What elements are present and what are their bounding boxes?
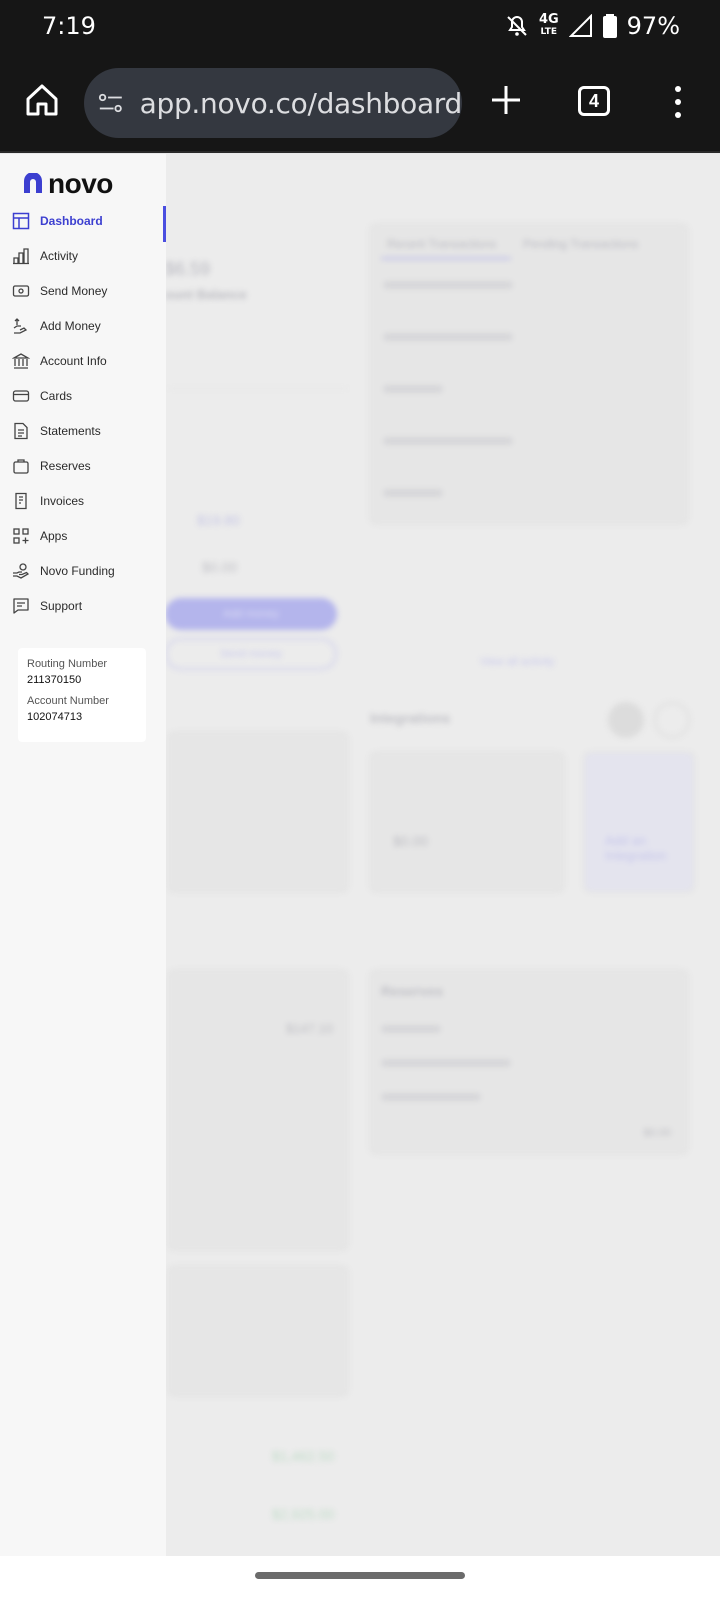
support-icon (13, 598, 29, 614)
sidebar-item-reserves[interactable]: Reserves (0, 451, 166, 481)
sidebar-item-novo-funding[interactable]: Novo Funding (0, 556, 166, 586)
novo-logo[interactable]: novo (22, 168, 113, 200)
tab-switcher-button[interactable]: 4 (578, 86, 610, 116)
bell-off-icon (507, 15, 527, 36)
account-details-card: Routing Number 211370150 Account Number … (18, 648, 146, 742)
add-integration-card: Add an Integration (584, 752, 694, 892)
sidebar-item-send-money[interactable]: Send Money (0, 276, 166, 306)
funding-icon (13, 563, 30, 579)
home-gesture-handle[interactable] (255, 1572, 465, 1579)
site-settings-icon[interactable] (98, 89, 124, 117)
sidebar-item-add-money[interactable]: Add Money (0, 311, 166, 341)
sidebar-item-account-info[interactable]: Account Info (0, 346, 166, 376)
integration-card: $0.00 (370, 752, 564, 892)
sidebar-item-label: Account Info (40, 354, 107, 368)
battery-percent: 97% (626, 12, 680, 40)
navigation-drawer: novo Dashboard Activity Send Money Add M… (0, 154, 166, 1556)
sidebar-item-label: Apps (40, 529, 68, 543)
integrations-title: Integrations (370, 710, 451, 726)
sidebar-item-support[interactable]: Support (0, 591, 166, 621)
apps-icon (13, 528, 29, 544)
sidebar-item-label: Dashboard (40, 214, 103, 228)
sidebar-item-apps[interactable]: Apps (0, 521, 166, 551)
send-money-bg-button: Send money (165, 638, 337, 670)
tab-recent-transactions: Recent Transactions (387, 237, 497, 251)
status-icons: 4G LTE 97% (505, 12, 680, 40)
status-bar: 7:19 4G LTE 97% (0, 0, 720, 56)
sidebar-item-dashboard[interactable]: Dashboard (0, 206, 166, 242)
account-number-label: Account Number (27, 695, 109, 707)
balance-label: ount Balance (165, 287, 247, 302)
sidebar-item-label: Activity (40, 249, 79, 263)
sidebar-item-label: Invoices (40, 494, 85, 508)
signal-icon (568, 14, 592, 37)
send-money-icon (12, 285, 30, 297)
status-time: 7:19 (42, 12, 96, 40)
logo-text: novo (48, 168, 113, 199)
sidebar-item-label: Cards (40, 389, 73, 403)
sidebar-item-label: Send Money (40, 284, 108, 298)
reserves-card: Reserves $0.00 (370, 970, 688, 1154)
sidebar-item-label: Reserves (40, 459, 91, 473)
account-number-value[interactable]: 102074713 (27, 711, 137, 723)
balance-amount: $6.59 (165, 259, 211, 279)
tab-pending-transactions: Pending Transactions (523, 237, 639, 251)
money-out-amount: $0.00 (202, 559, 238, 575)
more-menu-icon[interactable] (668, 84, 688, 120)
statement-icon (14, 422, 28, 440)
novo-logo-icon (24, 173, 42, 193)
new-tab-icon[interactable] (490, 84, 522, 116)
routing-number-value[interactable]: 211370150 (27, 674, 137, 686)
bank-icon (12, 353, 30, 369)
sidebar-item-label: Add Money (40, 319, 101, 333)
money-in-amount: $19.80 (197, 512, 240, 528)
gesture-bar (0, 1556, 720, 1600)
view-all-activity-link: View all activity (480, 656, 555, 668)
browser-toolbar: app.novo.co/dashboard 4 (0, 56, 720, 153)
routing-number-label: Routing Number (27, 658, 108, 670)
add-money-bg-button: Add money (165, 598, 337, 630)
dashboard-icon (12, 212, 30, 230)
network-indicator: 4G LTE (538, 12, 559, 37)
battery-icon (602, 14, 617, 38)
reserves-icon (13, 459, 29, 474)
sidebar-item-invoices[interactable]: Invoices (0, 486, 166, 516)
sidebar-item-cards[interactable]: Cards (0, 381, 166, 411)
sidebar-item-label: Support (40, 599, 83, 613)
invoice-icon (15, 492, 27, 510)
sidebar-item-label: Statements (40, 424, 101, 438)
url-bar[interactable]: app.novo.co/dashboard (84, 68, 462, 138)
bar-chart-icon (13, 248, 29, 265)
active-indicator (163, 206, 166, 242)
home-icon[interactable] (24, 82, 60, 118)
sidebar-item-label: Novo Funding (40, 564, 115, 578)
sidebar-item-statements[interactable]: Statements (0, 416, 166, 446)
transactions-card: Recent Transactions Pending Transactions (370, 224, 688, 524)
card-icon (12, 390, 30, 402)
url-text[interactable]: app.novo.co/dashboard (140, 87, 463, 120)
add-money-icon (13, 318, 28, 334)
sidebar-item-activity[interactable]: Activity (0, 241, 166, 271)
